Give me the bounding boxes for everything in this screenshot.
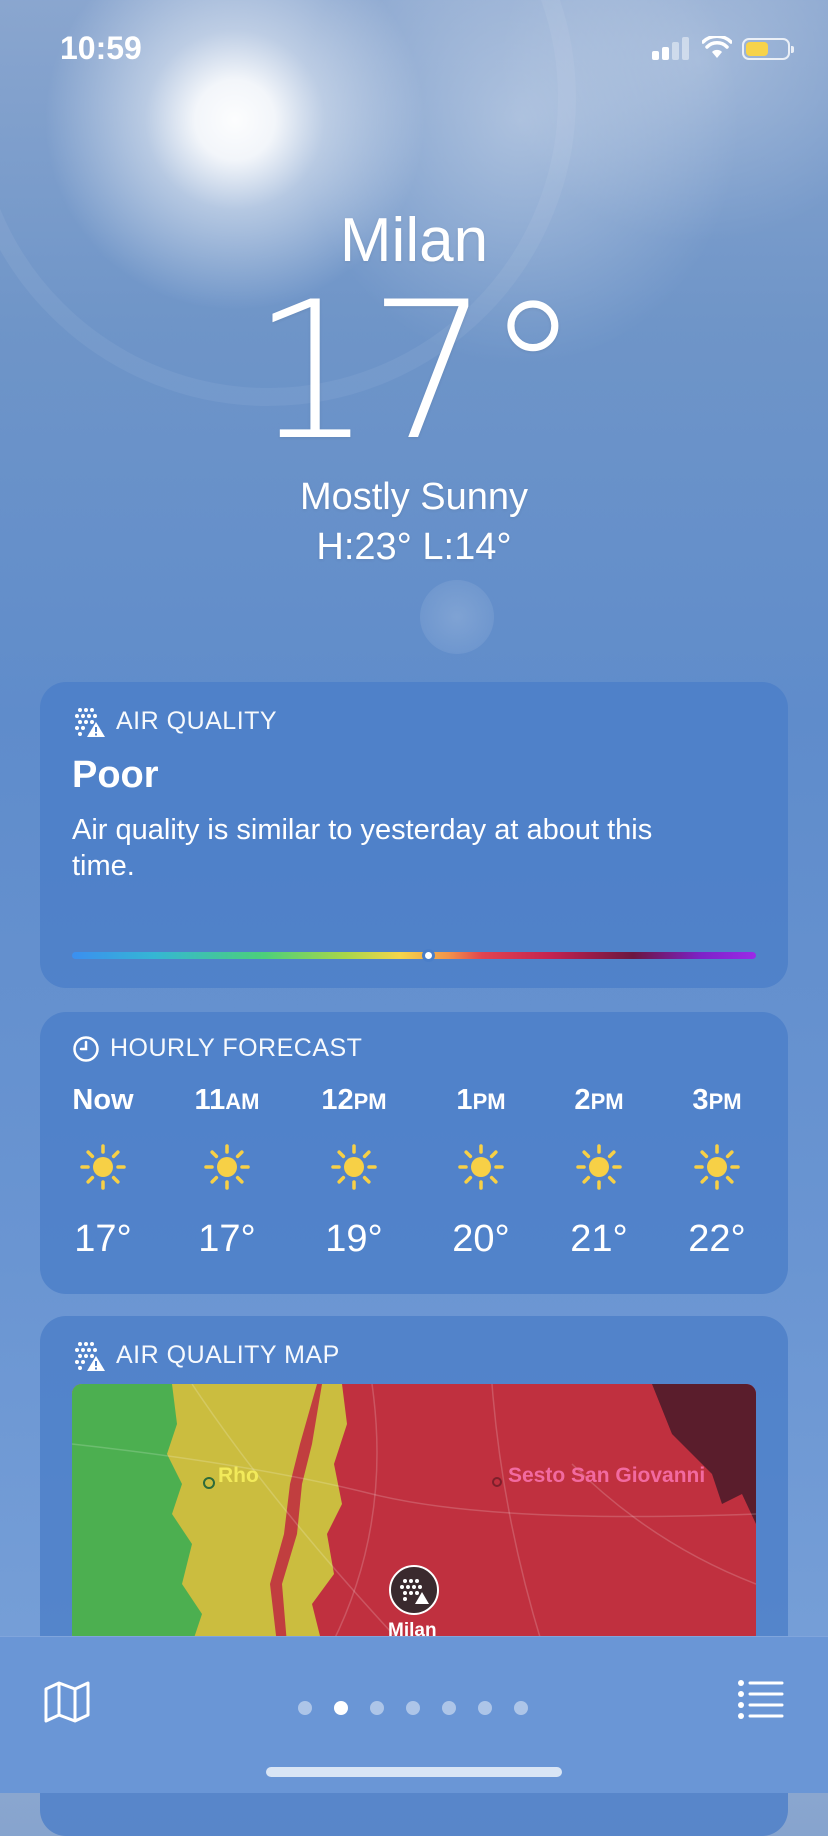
page-dot[interactable] xyxy=(406,1701,420,1715)
sun-icon xyxy=(458,1144,504,1190)
page-dot[interactable] xyxy=(478,1701,492,1715)
hour-label: 3PM xyxy=(692,1084,742,1116)
air-quality-map[interactable]: Rho Sesto San Giovanni Milan xyxy=(72,1384,756,1644)
air-quality-scale xyxy=(72,949,756,962)
hour-label: 12PM xyxy=(321,1084,387,1116)
wifi-icon xyxy=(702,36,732,58)
hour-label: 2PM xyxy=(574,1084,624,1116)
hour-temperature: 22° xyxy=(688,1218,746,1260)
hour-item: 12PM 19° xyxy=(304,1080,404,1261)
page-dot[interactable] xyxy=(514,1701,528,1715)
hourly-forecast-title: HOURLY FORECAST xyxy=(110,1034,363,1062)
clock-icon xyxy=(73,1035,99,1062)
hour-item: 3PM 22° xyxy=(667,1080,767,1261)
hour-label: Now xyxy=(72,1084,134,1116)
cellular-signal-icon xyxy=(652,36,690,60)
hourly-forecast-card[interactable]: HOURLY FORECAST Now 17° 11AM 17° 12PM 19… xyxy=(40,1012,788,1294)
hour-temperature: 17° xyxy=(198,1218,256,1260)
map-graphic xyxy=(72,1384,756,1644)
air-quality-title: AIR QUALITY xyxy=(116,706,278,735)
hour-item: 1PM 20° xyxy=(431,1080,531,1261)
air-quality-level: Poor xyxy=(72,754,159,796)
hour-label: 11AM xyxy=(194,1084,260,1116)
air-quality-indicator xyxy=(421,949,435,962)
sun-icon xyxy=(80,1144,126,1190)
page-dot[interactable] xyxy=(370,1701,384,1715)
map-label-rho: Rho xyxy=(218,1464,259,1487)
page-dot-location[interactable] xyxy=(298,1701,312,1715)
battery-icon xyxy=(742,38,794,60)
hour-temperature: 19° xyxy=(325,1218,383,1260)
high-low-temperature: H:23° L:14° xyxy=(316,526,512,568)
map-label-sesto: Sesto San Giovanni xyxy=(508,1464,706,1487)
weather-condition: Mostly Sunny xyxy=(299,476,529,518)
air-quality-map-title: AIR QUALITY MAP xyxy=(116,1340,340,1369)
air-quality-icon xyxy=(75,708,105,737)
hour-temperature: 21° xyxy=(570,1218,628,1260)
hour-temperature: 17° xyxy=(74,1218,132,1260)
page-indicator[interactable] xyxy=(0,1701,828,1717)
sun-icon xyxy=(576,1144,622,1190)
status-bar: 10:59 xyxy=(0,0,828,100)
current-temperature: 17° xyxy=(251,261,581,482)
air-quality-icon xyxy=(75,1342,105,1371)
hour-item: 2PM 21° xyxy=(549,1080,649,1261)
sun-icon xyxy=(204,1144,250,1190)
sun-icon xyxy=(331,1144,377,1190)
hourly-list: Now 17° 11AM 17° 12PM 19° 1PM 20° 2PM 21… xyxy=(72,1080,756,1280)
list-icon[interactable] xyxy=(738,1679,784,1719)
hour-item: 11AM 17° xyxy=(177,1080,277,1261)
hour-label: 1PM xyxy=(456,1084,506,1116)
hour-item: Now 17° xyxy=(53,1080,153,1261)
page-dot-active[interactable] xyxy=(334,1701,348,1715)
lens-flare xyxy=(420,580,494,654)
current-weather: Milan 17° Mostly Sunny H:23° L:14° xyxy=(0,200,828,572)
hourly-forecast-header: HOURLY FORECAST xyxy=(72,1034,362,1063)
sun-icon xyxy=(694,1144,740,1190)
home-indicator[interactable] xyxy=(266,1767,562,1777)
status-time: 10:59 xyxy=(60,30,142,66)
air-quality-map-header: AIR QUALITY MAP xyxy=(72,1338,340,1372)
air-quality-card[interactable]: AIR QUALITY Poor Air quality is similar … xyxy=(40,682,788,988)
air-quality-header: AIR QUALITY xyxy=(72,704,277,738)
hour-temperature: 20° xyxy=(452,1218,510,1260)
air-quality-description: Air quality is similar to yesterday at a… xyxy=(72,814,653,882)
page-dot[interactable] xyxy=(442,1701,456,1715)
